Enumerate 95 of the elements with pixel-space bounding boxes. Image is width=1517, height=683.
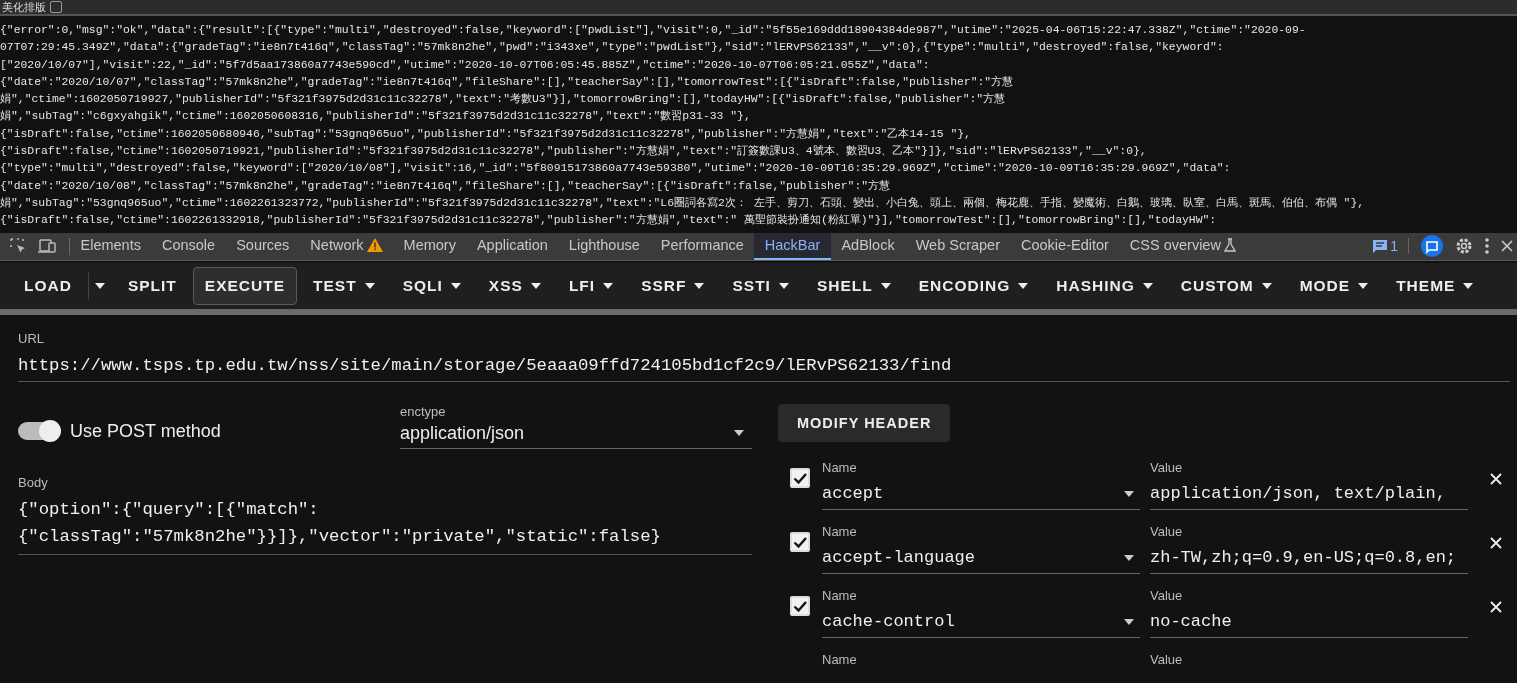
header-name-select[interactable]: cache-control — [822, 602, 1140, 638]
response-line: 娟","subTag":"53gnq965uo","ctime":1602261323772,"publisherId":"5f321f3975d2d31c11c32278","text":"L6圈詞各寫2次： 左手、剪刀、石頭、變出、小白兔、頭上、兩個、梅花鹿、手指、變魔術、白鵝、玻璃、臥室、白馬、斑馬、伯伯、布偶 "}, — [0, 195, 1366, 211]
devtools-tab[interactable]: Memory — [393, 232, 467, 260]
caret-icon — [1124, 618, 1134, 625]
caret-icon — [450, 282, 461, 289]
beautify-label: 美化排版 — [2, 0, 46, 14]
menu-button[interactable]: THEME — [1384, 266, 1486, 305]
name-label: Name — [822, 523, 858, 539]
caret-icon — [1124, 490, 1134, 497]
enctype-label: enctype — [400, 403, 447, 419]
caret-icon — [778, 282, 789, 289]
caret-icon — [603, 282, 614, 289]
header-name-select[interactable]: accept — [822, 474, 1140, 510]
name-label: Name — [822, 587, 858, 603]
body-label: Body — [18, 474, 49, 490]
caret-icon — [880, 282, 891, 289]
response-line: 娟","subTag":"c6gxyahgik","ctime":1602050608316,"publisherId":"5f321f3975d2d31c11c32278","text":"數習p31-33 "}, — [0, 109, 752, 125]
response-line: {"date":"2020/10/08","classTag":"57mk8n2he","gradeTag":"ie8n7t416q","fileShare":[],"teacherSay":[{"isDraft":false,"publisher":"方慧 — [0, 178, 892, 194]
url-field[interactable]: https://www.tsps.tp.edu.tw/nss/site/main/storage/5eaaa09ffd724105bd1cf2c9/lERvPS62133/find — [18, 345, 1510, 382]
header-checkbox[interactable] — [790, 467, 810, 488]
body-field[interactable]: {"option":{"query":[{"match": {"classTag":"57mk8n2he"}}]},"vector":"private","static":false} — [18, 489, 752, 555]
devtools-tab[interactable]: Lighthouse — [558, 232, 651, 260]
menu-button[interactable]: CUSTOM — [1168, 266, 1284, 305]
toolbar-button[interactable]: LOAD — [12, 266, 84, 305]
header-value-field[interactable]: no-cache — [1150, 602, 1468, 638]
devtools-tab[interactable]: CSS overview — [1119, 232, 1247, 260]
devtools-tab[interactable]: Performance — [650, 232, 755, 260]
menu-button[interactable]: SSRF — [629, 266, 717, 305]
response-line: {"isDraft":false,"ctime":1602050680946,"subTag":"53gnq965uo","publisherId":"5f321f3975d2d31c11c32278","publisher":"方慧娟","text":"乙本14-15 "}, — [0, 126, 972, 142]
device-icon[interactable] — [37, 238, 57, 255]
enctype-select[interactable]: application/json — [400, 418, 752, 449]
caret-icon — [1142, 282, 1153, 289]
beautify-checkbox[interactable] — [50, 1, 62, 13]
header-checkbox[interactable] — [790, 595, 810, 616]
response-line: 07T07:29:45.349Z","data":{"gradeTag":"ie8n7t416q","classTag":"57mk8n2he","pwd":"i343xe","type":"pwdList"},"sid":"lERvPS62133","__v":0},{"type":"multi","destroyed":false,"keyword": — [0, 40, 1225, 56]
response-line: {"isDraft":false,"ctime":1602050719921,"publisherId":"5f321f3975d2d31c11c32278","publisher":"方慧娟","text":"訂簽數課U3、4號本、數習U3、乙本"}]},"sid":"lERvPS62133","__v":0}, — [0, 144, 1148, 160]
caret-icon — [1261, 282, 1272, 289]
devtools-tab[interactable]: Sources — [225, 232, 300, 260]
value-label: Value — [1150, 523, 1184, 539]
message-icon — [1372, 238, 1389, 254]
flask-icon — [1223, 238, 1236, 253]
toggle-label: Use POST method — [70, 420, 221, 442]
menu-button[interactable]: SQLI — [390, 266, 473, 305]
caret-icon — [694, 282, 705, 289]
warning-icon — [366, 238, 383, 253]
devtools-tab[interactable]: Application — [466, 232, 559, 260]
header-value-field[interactable]: zh-TW,zh;q=0.9,en-US;q=0.8,en; — [1150, 538, 1468, 574]
caret-icon — [734, 430, 744, 437]
response-line: {"date":"2020/10/07","classTag":"57mk8n2he","gradeTag":"ie8n7t416q","fileShare":[],"teacherSay":[],"tomorrowTest":[{"isDraft":false,"publisher":"方慧 — [0, 74, 1015, 90]
devtools-tab[interactable]: Elements — [70, 232, 152, 260]
menu-button[interactable]: TEST — [301, 266, 387, 305]
settings-icon[interactable] — [1455, 237, 1473, 256]
value-label: Value — [1150, 459, 1184, 475]
devtools-tab[interactable]: Web Scraper — [905, 232, 1011, 260]
assistant-icon[interactable] — [1421, 235, 1443, 258]
menu-button[interactable]: HASHING — [1044, 266, 1165, 305]
inspect-icon[interactable] — [9, 237, 27, 256]
response-line: 娟","ctime":1602050719927,"publisherId":"5f321f3975d2d31c11c32278","text":"考數U3"}],"tomorrowBring":[],"todayHW":[{"isDraft":false,"publisher":"方慧 — [0, 92, 1007, 108]
value-label: Value — [1150, 651, 1184, 667]
caret-icon — [1124, 554, 1134, 561]
header-checkbox[interactable] — [790, 531, 810, 552]
menu-button[interactable]: XSS — [476, 266, 553, 305]
response-line: ["2020/10/07"],"visit":22,"_id":"5f7d5aa173860a7743e590cd","utime":"2020-10-07T06:05:45.885Z","ctime":"2020-10-07T06:05:21.055Z","data": — [0, 57, 931, 73]
toolbar-button[interactable]: EXECUTE — [192, 266, 298, 305]
name-label: Name — [822, 459, 858, 475]
response-line: {"type":"multi","destroyed":false,"keyword":["2020/10/08"],"visit":16,"_id":"5f80915173860a7743e59380","utime":"2020-10-09T16:35:29.969Z","ctime":"2020-10-09T16:35:29.969Z","data": — [0, 161, 1232, 177]
name-label: Name — [822, 651, 858, 667]
devtools-tab[interactable]: AdBlock — [830, 232, 906, 260]
devtools-tab[interactable]: Network — [299, 232, 394, 260]
menu-button[interactable]: LFI — [556, 266, 626, 305]
toolbar-button[interactable]: SPLIT — [115, 266, 189, 305]
url-label: URL — [18, 330, 45, 346]
value-label: Value — [1150, 587, 1184, 603]
caret-icon — [1463, 282, 1474, 289]
devtools-tab[interactable]: Cookie-Editor — [1010, 232, 1120, 260]
close-icon[interactable] — [1501, 240, 1513, 253]
modify-header-button[interactable]: MODIFY HEADER — [778, 403, 951, 442]
toggle-switch[interactable] — [18, 422, 60, 441]
caret-icon — [94, 282, 105, 289]
menu-button[interactable]: SSTI — [720, 266, 801, 305]
menu-button[interactable]: MODE — [1287, 266, 1381, 305]
menu-button[interactable]: ENCODING — [906, 266, 1041, 305]
response-line: {"isDraft":false,"ctime":1602261332918,"publisherId":"5f321f3975d2d31c11c32278","publisher":"方慧娟","text":" 萬聖節裝扮通知(粉紅單)"}],"tomorrowTest":[],"tomorrowBring":[],"todayHW": — [0, 213, 1218, 229]
response-line: {"error":0,"msg":"ok","data":{"result":[{"type":"multi","destroyed":false,"keyword":["pwdList"],"visit":0,"_id":"5f55e169ddd18904384de987","utime":"2025-04-06T15:22:47.338Z","ctime":"2020-09- — [0, 23, 1307, 38]
caret-icon — [530, 282, 541, 289]
devtools-tab[interactable]: HackBar — [754, 232, 831, 260]
header-value-field[interactable]: application/json, text/plain, — [1150, 474, 1468, 510]
more-icon[interactable] — [1485, 238, 1489, 255]
caret-icon — [364, 282, 375, 289]
issues-counter[interactable]: 1 — [1372, 238, 1409, 255]
caret-icon — [1358, 282, 1369, 289]
devtools-tab[interactable]: Console — [151, 232, 226, 260]
header-name-select[interactable]: accept-language — [822, 538, 1140, 574]
menu-button[interactable]: SHELL — [804, 266, 903, 305]
caret-icon — [1018, 282, 1029, 289]
